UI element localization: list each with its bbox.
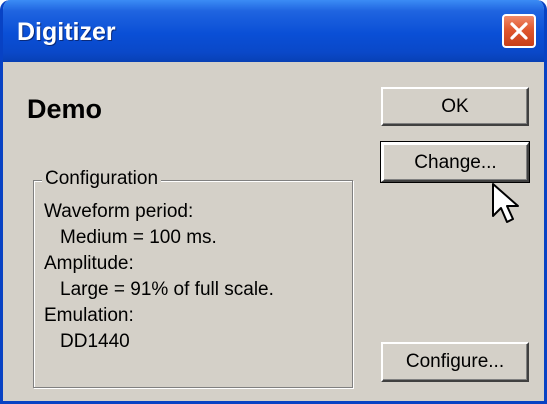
amplitude-value: Large = 91% of full scale. — [60, 279, 274, 300]
emulation-value: DD1440 — [60, 331, 130, 352]
ok-button[interactable]: OK — [381, 87, 529, 126]
digitizer-dialog: Digitizer Demo Configuration Waveform pe… — [0, 0, 547, 404]
window-title: Digitizer — [17, 18, 116, 46]
amplitude-label: Amplitude: — [44, 253, 134, 274]
device-name-heading: Demo — [27, 94, 103, 124]
dialog-body: Demo Configuration Waveform period: Medi… — [3, 62, 544, 401]
configure-button[interactable]: Configure... — [381, 342, 529, 382]
close-icon — [510, 22, 528, 40]
waveform-period-label: Waveform period: — [44, 201, 194, 222]
close-button[interactable] — [502, 14, 536, 48]
title-bar[interactable]: Digitizer — [3, 0, 544, 62]
mouse-pointer-icon — [492, 183, 519, 223]
configuration-groupbox: Configuration Waveform period: Medium = … — [33, 168, 353, 388]
emulation-label: Emulation: — [44, 305, 134, 326]
configuration-legend: Configuration — [42, 168, 162, 190]
waveform-period-value: Medium = 100 ms. — [60, 227, 217, 248]
change-button[interactable]: Change... — [380, 141, 530, 183]
